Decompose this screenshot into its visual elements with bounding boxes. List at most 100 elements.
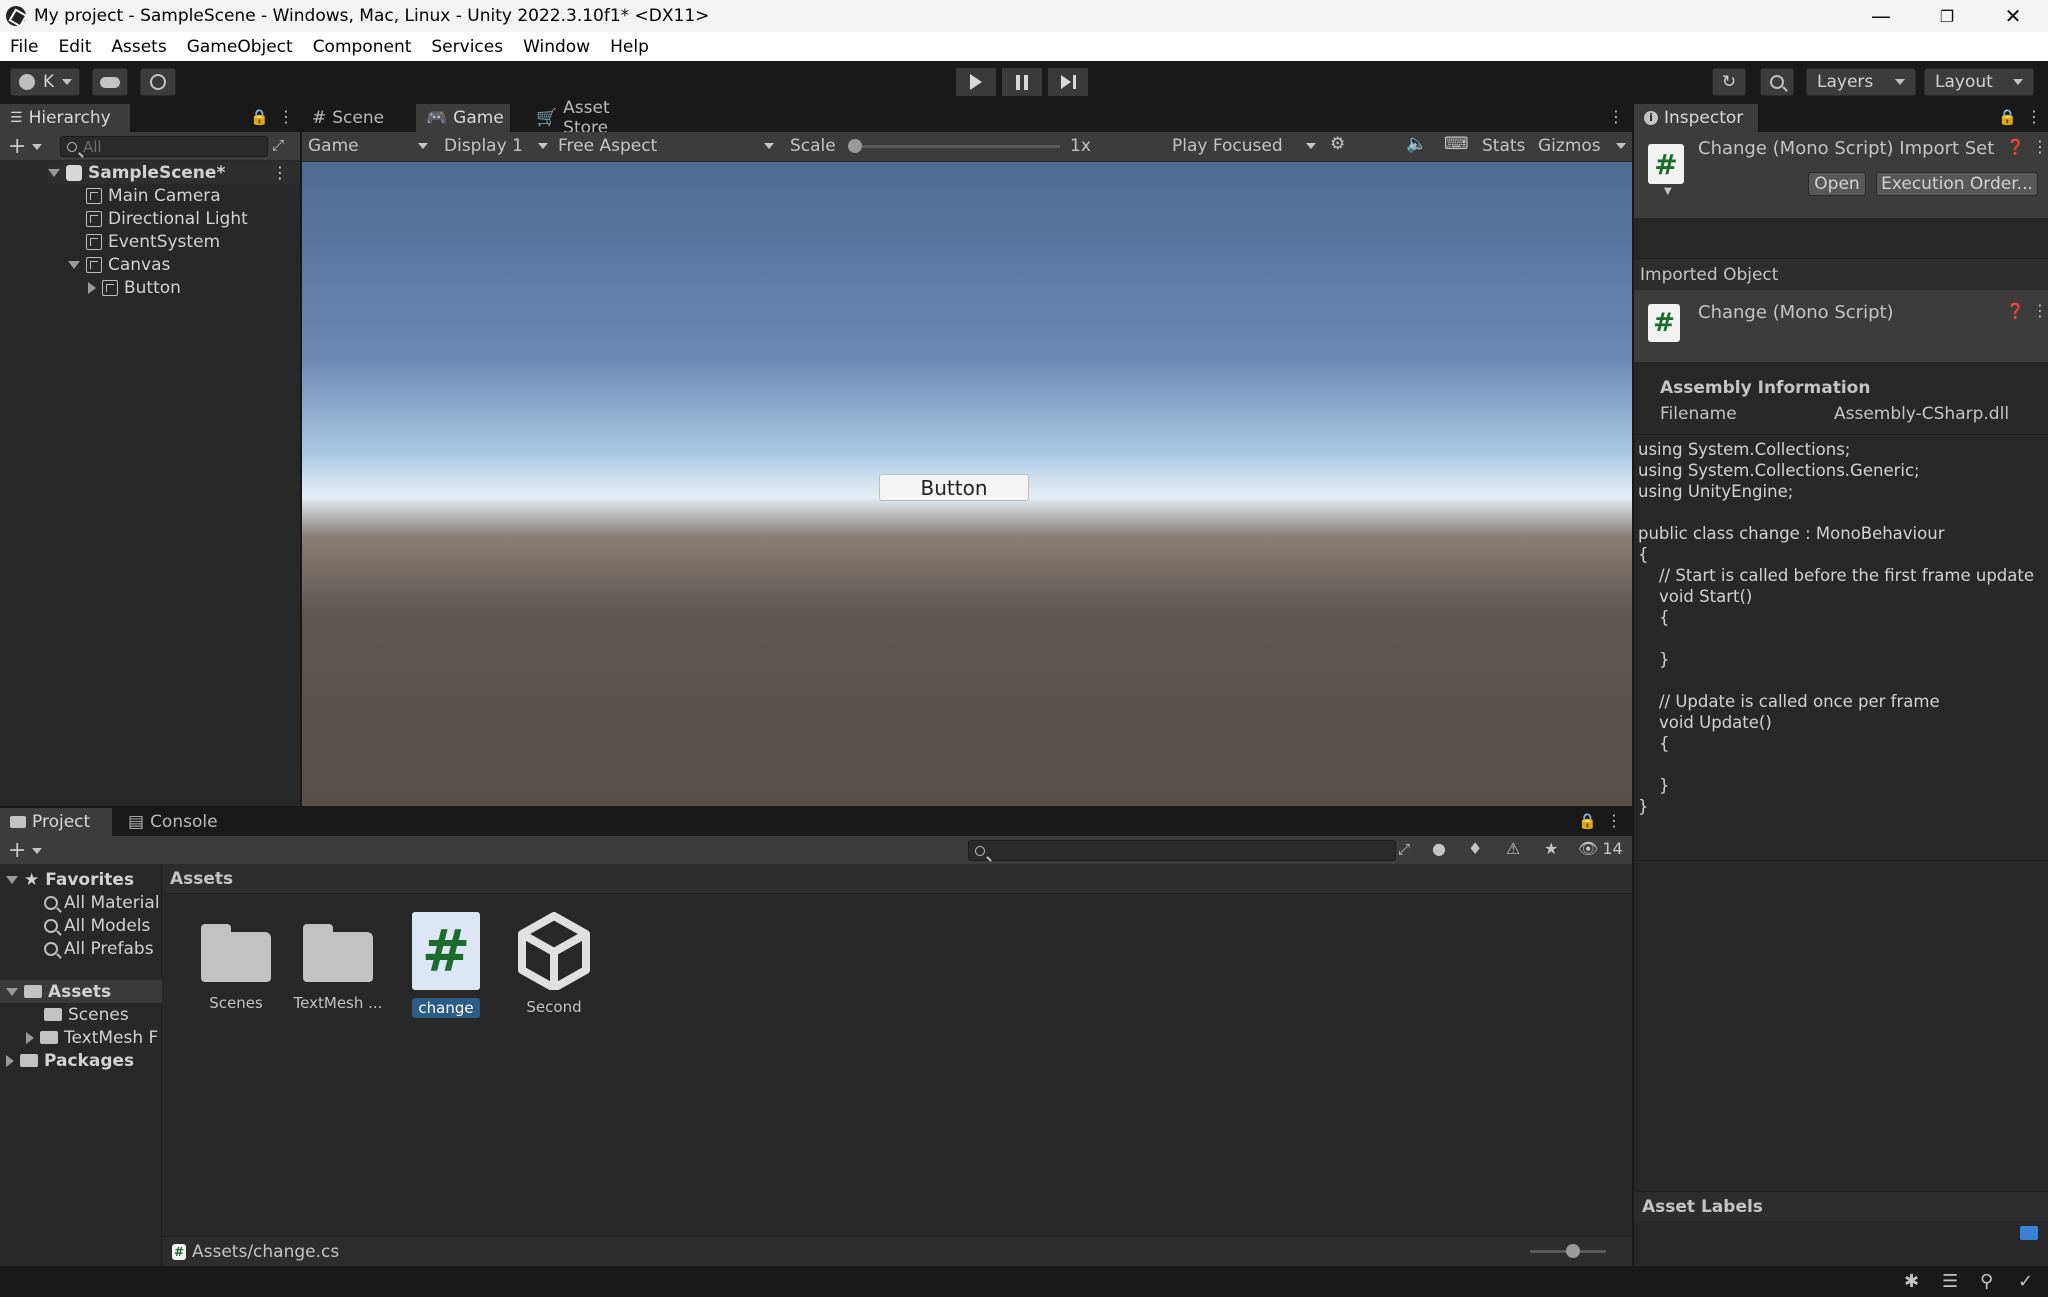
tab-asset-store[interactable]: 🛒 Asset Store [526,98,666,138]
scale-slider-thumb[interactable] [848,139,862,153]
network-icon[interactable]: ⚲ [1980,1271,1993,1292]
hierarchy-item-button[interactable]: Button [88,276,181,299]
breadcrumb-assets[interactable]: Assets [170,869,233,889]
more-icon[interactable]: ⋮ [278,107,294,126]
collapse-icon[interactable] [88,281,96,294]
warning-icon[interactable]: ⚠ [1506,839,1520,858]
search-icon[interactable] [1760,68,1794,96]
search-expand-icon[interactable]: ⤢ [272,136,284,154]
tab-game[interactable]: 🎮 Game [416,104,510,132]
account-dropdown[interactable]: K [10,68,80,96]
asset-item-scenes[interactable]: Scenes [194,912,278,1024]
menu-assets[interactable]: Assets [101,37,176,57]
menu-component[interactable]: Component [303,37,422,57]
execution-order-button[interactable]: Execution Order... [1876,172,2038,196]
hierarchy-item-directional-light[interactable]: Directional Light [86,207,248,230]
favorite-item-all-models[interactable]: All Models [44,914,150,937]
lock-icon[interactable]: 🔒 [250,108,269,126]
expand-icon[interactable] [48,168,60,177]
favorite-item-all-prefabs[interactable]: All Prefabs [44,937,154,960]
game-view[interactable]: Button [302,162,1632,806]
expand-icon[interactable] [6,987,18,996]
add-icon[interactable]: + [8,838,26,863]
check-icon[interactable]: ✓ [2018,1271,2033,1292]
scale-slider[interactable] [850,145,1060,148]
menu-help[interactable]: Help [600,37,659,57]
view-dropdown[interactable]: Game [308,134,434,158]
favorite-icon[interactable]: ★ [1544,839,1558,858]
icon-size-slider-thumb[interactable] [1566,1244,1580,1258]
play-mode-dropdown[interactable]: Play Focused [1172,134,1320,158]
history-icon[interactable]: ↻ [1712,68,1746,96]
tab-scene[interactable]: # Scene [302,104,412,132]
layers-dropdown[interactable]: Layers [1806,68,1916,96]
hierarchy-item-main-camera[interactable]: Main Camera [86,184,221,207]
game-ui-button[interactable]: Button [879,474,1029,501]
search-expand-icon[interactable]: ⤢ [1398,840,1410,858]
asset-item-second[interactable]: Second [512,912,596,1024]
folder-item-scenes[interactable]: Scenes [44,1003,129,1026]
assets-root-row[interactable]: Assets [0,980,162,1003]
hierarchy-item-canvas[interactable]: Canvas [68,253,170,276]
display-dropdown[interactable]: Display 1 [444,134,552,158]
filter-by-label-icon[interactable]: ♦ [1468,839,1482,858]
collapse-icon[interactable] [6,1054,14,1067]
folder-item-textmesh[interactable]: TextMesh F [26,1026,158,1049]
stats-button[interactable]: Stats [1482,136,1525,156]
more-icon[interactable]: ⋮ [1608,107,1624,126]
menu-file[interactable]: File [0,37,48,57]
help-icon[interactable]: ❓ [2006,302,2025,320]
tab-console[interactable]: ▤ Console [118,808,228,836]
restore-icon[interactable]: ❐ [1914,0,1980,32]
menu-edit[interactable]: Edit [48,37,101,57]
asset-item-textmesh[interactable]: TextMesh ... [292,912,384,1024]
more-icon[interactable]: ⋮ [2026,107,2042,126]
filter-by-type-icon[interactable]: ● [1432,839,1446,858]
lock-icon[interactable]: 🔒 [1998,108,2017,126]
collab-icon[interactable] [140,68,176,96]
bug-icon[interactable]: ⚙ [1330,134,1345,154]
tab-inspector[interactable]: i Inspector [1634,104,1758,132]
add-dropdown-icon[interactable] [32,144,42,150]
packages-row[interactable]: Packages [6,1049,134,1072]
minimize-icon[interactable]: — [1848,0,1914,32]
help-icon[interactable]: ❓ [2006,138,2025,156]
layout-dropdown[interactable]: Layout [1924,68,2034,96]
gizmos-dropdown[interactable]: Gizmos [1538,134,1630,158]
asset-item-change[interactable]: # change [404,912,488,1024]
audio-icon[interactable]: 🔈 [1406,134,1427,154]
project-search-input[interactable] [968,840,1396,861]
scene-more-icon[interactable]: ⋮ [272,163,288,182]
close-icon[interactable]: ✕ [1980,0,2046,32]
cloud-icon[interactable] [92,68,128,96]
expand-icon[interactable] [68,260,80,269]
keyboard-icon[interactable]: ⌨ [1444,134,1469,154]
hidden-packages-toggle[interactable]: 👁 14 [1578,839,1623,858]
tab-hierarchy[interactable]: ☰ Hierarchy [0,104,130,132]
step-button[interactable] [1048,68,1088,96]
menu-services[interactable]: Services [421,37,513,57]
debug-icon[interactable]: ✱ [1904,1271,1919,1292]
open-button[interactable]: Open [1808,172,1866,196]
icon-dropdown-icon[interactable]: ▼ [1664,186,1672,197]
collapse-icon[interactable] [26,1031,34,1044]
favorites-row[interactable]: ★ Favorites [6,868,134,891]
menu-window[interactable]: Window [513,37,600,57]
scene-row[interactable]: SampleScene* ⋮ [48,161,300,184]
add-dropdown-icon[interactable] [32,848,42,854]
more-icon[interactable]: ⋮ [1606,811,1622,830]
favorite-item-all-materials[interactable]: All Material [44,891,160,914]
hierarchy-item-eventsystem[interactable]: EventSystem [86,230,220,253]
tab-project[interactable]: Project [0,808,112,836]
aspect-dropdown[interactable]: Free Aspect [558,134,780,158]
hierarchy-search-input[interactable]: All [60,136,268,157]
lock-icon[interactable]: 🔒 [1578,812,1597,830]
tag-icon[interactable] [2020,1226,2038,1240]
play-button[interactable] [956,68,996,96]
menu-gameobject[interactable]: GameObject [177,37,303,57]
add-icon[interactable]: + [8,134,26,159]
pause-button[interactable] [1002,68,1042,96]
expand-icon[interactable] [6,875,18,884]
layers-stack-icon[interactable]: ☰ [1942,1271,1958,1292]
settings-more-icon[interactable]: ⋮ [2032,137,2048,156]
